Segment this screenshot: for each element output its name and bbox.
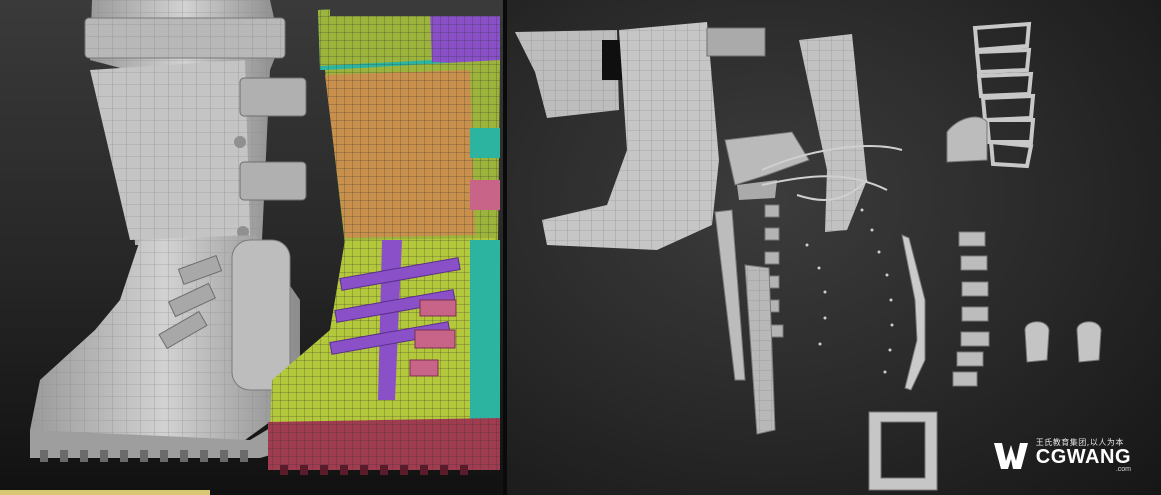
part-toe-caps bbox=[1024, 321, 1102, 363]
boots-render bbox=[30, 0, 500, 475]
part-vertical-strap bbox=[714, 209, 776, 435]
exploded-boot-parts bbox=[515, 21, 1102, 491]
bottom-strip bbox=[0, 490, 210, 495]
gray-boot bbox=[30, 0, 307, 462]
part-heel-piece bbox=[946, 116, 988, 163]
watermark-suffix: .com bbox=[1115, 466, 1131, 473]
cgwang-watermark: 王氏教育集团,以人为本 CGWANG .com bbox=[992, 439, 1131, 473]
part-buckle-column bbox=[901, 234, 926, 391]
part-top-cuff bbox=[515, 30, 632, 118]
uv-colored-boot bbox=[268, 0, 500, 475]
part-small-dots bbox=[805, 208, 894, 374]
cgwang-logo-icon bbox=[993, 443, 1028, 469]
watermark-text: 王氏教育集团,以人为本 CGWANG .com bbox=[1035, 439, 1131, 474]
part-u-bracket bbox=[868, 411, 938, 491]
viewport-left-boots bbox=[0, 0, 503, 495]
watermark-en: CGWANG bbox=[1035, 446, 1131, 468]
part-buckles-right bbox=[952, 231, 990, 387]
viewport-right-parts: 王氏教育集团,以人为本 CGWANG .com bbox=[507, 0, 1161, 495]
